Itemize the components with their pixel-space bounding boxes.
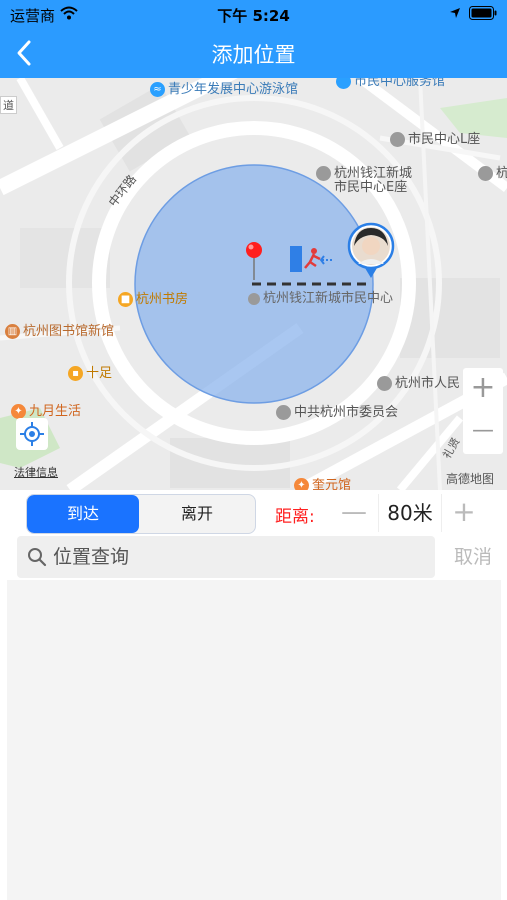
distance-value: 80米 (378, 494, 442, 532)
zoom-out-button[interactable]: — (463, 411, 503, 454)
search-bar[interactable]: 位置查询 (17, 536, 435, 578)
poi-icon (336, 78, 351, 89)
cancel-button[interactable]: 取消 (449, 536, 497, 578)
library-icon: ▥ (5, 324, 20, 339)
status-indicators (449, 6, 497, 20)
zoom-controls: + — (463, 368, 503, 454)
pool-icon: ≈ (150, 82, 165, 97)
distance-decrease-button[interactable]: — (336, 492, 372, 532)
search-icon (28, 548, 47, 567)
map-label-citizen-center-l: 市民中心L座 (390, 128, 480, 147)
status-time: 下午 5:24 (217, 7, 290, 25)
battery-icon (469, 6, 497, 20)
locate-button[interactable] (16, 418, 48, 450)
restaurant-icon: ✦ (11, 404, 26, 419)
map-label-youth-pool: ≈ 青少年发展中心游泳馆 (150, 78, 298, 97)
distance-label: 距离: (275, 507, 315, 527)
avatar-icon (347, 222, 395, 278)
building-icon (248, 292, 260, 305)
search-results-list (7, 580, 501, 900)
status-bar: 运营商 下午 5:24 (0, 0, 507, 28)
building-icon (316, 166, 331, 181)
building-icon (276, 405, 291, 420)
map-label-kuiyuan: ✦ 奎元馆 (294, 474, 351, 490)
map-label-e-block-2: 市民中心E座 (334, 180, 408, 195)
nav-bar: 添加位置 (0, 28, 507, 78)
map-label-citizen-center-top: 市民中心服务馆 (336, 78, 445, 89)
map-label-hz-people: 杭州市人民 (377, 372, 460, 391)
legal-info-link[interactable]: 法律信息 (14, 464, 58, 480)
building-icon (478, 166, 493, 181)
restaurant-icon: ✦ (294, 478, 309, 490)
zoom-in-button[interactable]: + (463, 368, 503, 411)
map-label-library: ▥ 杭州图书馆新馆 (5, 320, 114, 339)
page-title: 添加位置 (211, 43, 296, 67)
building-icon (390, 132, 405, 147)
gaode-logo: 高德地图 (446, 472, 495, 486)
shop-icon: ▪ (68, 366, 83, 381)
arrive-button[interactable]: 到达 (27, 495, 139, 533)
building-icon (377, 376, 392, 391)
map-label-road-dao: 道 (0, 96, 17, 114)
enter-door-icon (290, 246, 332, 272)
map-label-edge: 杭 (478, 162, 507, 181)
map-view[interactable]: ≈ 青少年发展中心游泳馆 市民中心服务馆 道 市民中心L座 杭州钱江新城 市民中心… (0, 78, 507, 490)
book-icon: ■ (118, 292, 133, 307)
search-input[interactable]: 位置查询 (53, 536, 129, 578)
trigger-segmented-control: 到达 离开 (26, 494, 256, 534)
map-label-shizu: ▪ 十足 (68, 362, 112, 381)
map-label-center-poi: 杭州钱江新城市民中心 (248, 287, 393, 306)
geofence-controls: 到达 离开 距离: — 80米 + (0, 490, 507, 536)
map-label-cpc: 中共杭州市委员会 (276, 401, 398, 420)
location-pin-icon (246, 242, 262, 280)
location-arrow-icon (450, 8, 460, 18)
locate-icon (20, 422, 44, 446)
leave-button[interactable]: 离开 (141, 495, 253, 533)
distance-increase-button[interactable]: + (446, 492, 482, 532)
map-label-jiuyue: ✦ 九月生活 (11, 400, 81, 419)
map-label-bookstore: ■ 杭州书房 (118, 288, 188, 307)
